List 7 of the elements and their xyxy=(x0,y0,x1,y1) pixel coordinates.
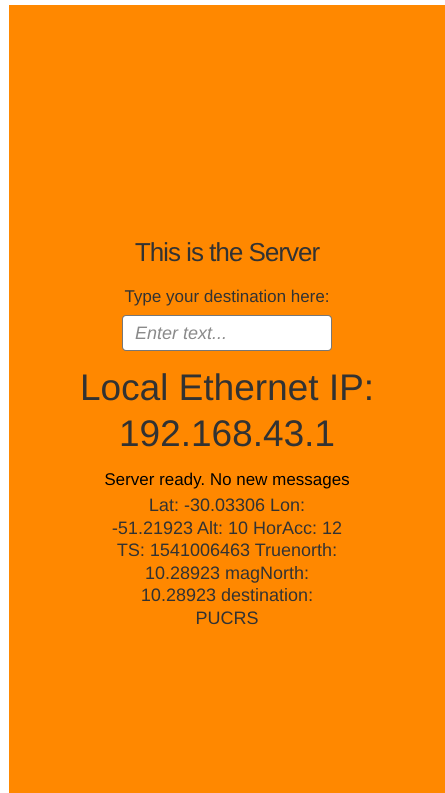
ip-address: 192.168.43.1 xyxy=(118,412,336,456)
location-info: Lat: -30.03306 Lon: -51.21923 Alt: 10 HorAcc: 12 TS: 1541006463 Truenorth: 10.28923 magNorth: 10.28923 destination: PUCRS xyxy=(110,494,344,629)
ip-label: Local Ethernet IP: xyxy=(80,366,374,410)
status-message: Server ready. No new messages xyxy=(104,470,350,490)
destination-input[interactable]: Enter text... xyxy=(122,315,332,351)
destination-label: Type your destination here: xyxy=(124,287,330,307)
server-title: This is the Server xyxy=(134,237,320,267)
